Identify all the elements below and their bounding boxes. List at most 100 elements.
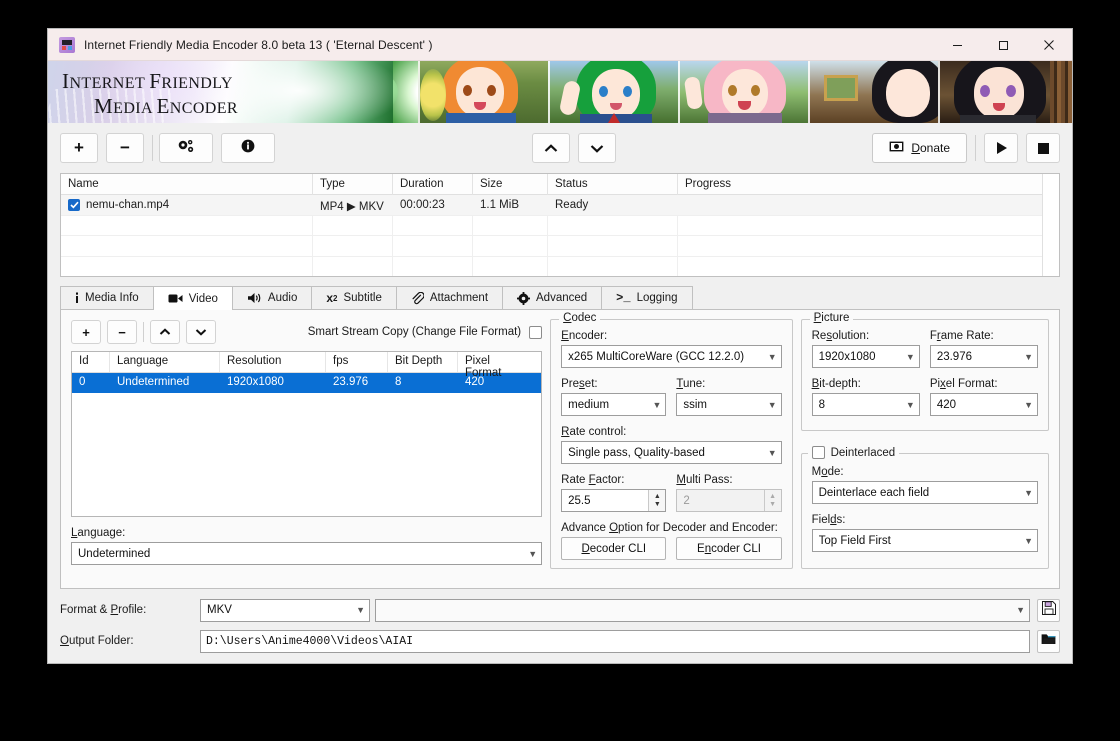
output-folder-input[interactable]: D:\Users\Anime4000\Videos\AIAI xyxy=(200,629,1030,653)
rate-factor-spin-buttons[interactable]: ▲ ▼ xyxy=(648,490,666,511)
track-column-fps[interactable]: fps xyxy=(326,352,388,372)
column-header-size[interactable]: Size xyxy=(473,174,548,195)
video-track-table[interactable]: Id Language Resolution fps Bit Depth Pix… xyxy=(71,351,543,517)
deinterlace-mode-select[interactable]: Deinterlace each field ▼ xyxy=(811,481,1038,504)
file-list-scrollbar[interactable] xyxy=(1042,174,1059,276)
tab-video[interactable]: Video xyxy=(152,286,233,310)
minimize-button[interactable] xyxy=(934,29,980,61)
track-id: 0 xyxy=(79,376,86,388)
donate-button[interactable]: Donate xyxy=(872,133,968,163)
format-select[interactable]: MKV ▼ xyxy=(200,598,370,622)
column-header-name[interactable]: Name xyxy=(61,174,313,195)
frame-rate-select[interactable]: 23.976 ▼ xyxy=(929,345,1039,368)
decoder-cli-button[interactable]: Decoder CLI xyxy=(561,537,667,560)
frame-rate-label: Frame Rate: xyxy=(929,330,994,342)
format-value: MKV xyxy=(207,604,232,616)
pixel-format-select[interactable]: 420 ▼ xyxy=(929,393,1039,416)
multi-pass-stepper[interactable]: 2 ▲ ▼ xyxy=(676,489,782,512)
terminal-icon: >_ xyxy=(616,291,631,305)
add-track-label: + xyxy=(82,324,90,340)
track-bit-depth: 8 xyxy=(395,376,402,388)
rate-factor-stepper[interactable]: 25.5 ▲ ▼ xyxy=(561,489,667,512)
track-fps: 23.976 xyxy=(333,376,369,388)
rate-control-select[interactable]: Single pass, Quality-based ▼ xyxy=(561,441,782,464)
preset-label: Preset: xyxy=(561,378,598,390)
file-list[interactable]: Name Type Duration Size Status Progress … xyxy=(60,173,1060,277)
file-duration: 00:00:23 xyxy=(400,199,445,211)
column-header-progress[interactable]: Progress xyxy=(678,174,1012,195)
language-select[interactable]: Undetermined ▼ xyxy=(71,542,543,565)
encoder-cli-button[interactable]: En coder CLI xyxy=(676,537,782,560)
track-column-pixel-format[interactable]: Pixel Format xyxy=(458,352,528,379)
tab-advanced[interactable]: Advanced xyxy=(502,286,603,309)
save-profile-button[interactable] xyxy=(1037,598,1060,622)
track-row[interactable]: 0 Undetermined 1920x1080 23.976 8 420 xyxy=(72,373,542,393)
stop-button[interactable] xyxy=(1026,133,1061,163)
column-header-type[interactable]: Type xyxy=(313,174,393,195)
add-file-button[interactable]: + xyxy=(60,133,98,163)
tab-audio[interactable]: Audio xyxy=(231,286,313,309)
file-checkbox[interactable] xyxy=(68,199,80,212)
info-button[interactable] xyxy=(221,133,275,163)
maximize-button[interactable] xyxy=(980,29,1026,61)
gears-icon xyxy=(177,139,195,158)
tab-logging[interactable]: >_ Logging xyxy=(601,286,693,309)
track-column-language[interactable]: Language xyxy=(110,352,220,372)
tab-label: Video xyxy=(188,292,218,305)
banner-artwork-1 xyxy=(418,61,548,123)
track-column-resolution[interactable]: Resolution xyxy=(220,352,326,372)
browse-folder-button[interactable] xyxy=(1037,629,1060,653)
profile-select[interactable]: ▼ xyxy=(375,598,1030,622)
video-tab-panel: + − Smart Stream Copy (Change File Forma… xyxy=(60,309,1060,589)
output-folder-label: Output Folder: xyxy=(60,635,134,647)
close-button[interactable] xyxy=(1026,29,1072,61)
smart-stream-copy-checkbox[interactable] xyxy=(529,325,543,339)
remove-file-label: − xyxy=(120,138,130,157)
track-column-bit-depth[interactable]: Bit Depth xyxy=(388,352,458,372)
paperclip-icon xyxy=(411,291,424,305)
multi-pass-value: 2 xyxy=(683,494,690,507)
tune-select[interactable]: ssim ▼ xyxy=(676,393,782,416)
donate-label: Donate xyxy=(911,141,950,155)
resolution-select[interactable]: 1920x1080 ▼ xyxy=(811,345,920,368)
window-title: Internet Friendly Media Encoder 8.0 beta… xyxy=(84,37,433,52)
tab-label: Subtitle xyxy=(343,292,382,304)
tab-media-info[interactable]: Media Info xyxy=(60,286,154,309)
encoder-select[interactable]: x265 MultiCoreWare (GCC 12.2.0) ▼ xyxy=(561,345,782,368)
remove-file-button[interactable]: − xyxy=(106,133,144,163)
start-button[interactable] xyxy=(984,133,1019,163)
move-up-button[interactable] xyxy=(531,133,570,163)
remove-track-button[interactable]: − xyxy=(107,320,137,344)
track-down-button[interactable] xyxy=(186,320,216,344)
picture-group-title: Picture xyxy=(809,312,854,324)
bit-depth-label: Bit-depth: xyxy=(811,378,861,390)
tab-label: Logging xyxy=(636,292,678,304)
track-column-id[interactable]: Id xyxy=(72,352,110,372)
deinterlace-fields-select[interactable]: Top Field First ▼ xyxy=(811,529,1038,552)
deinterlaced-label: Deinterlaced xyxy=(830,446,896,459)
deinterlaced-group-title: Deinterlaced xyxy=(807,446,900,459)
banner-artwork-4 xyxy=(808,61,938,123)
title-bar: Internet Friendly Media Encoder 8.0 beta… xyxy=(48,29,1072,61)
track-up-button[interactable] xyxy=(150,320,180,344)
column-header-status[interactable]: Status xyxy=(548,174,678,195)
banner-artwork-2 xyxy=(548,61,678,123)
chevron-down-icon: ▼ xyxy=(767,447,777,458)
output-settings-bar: Format & Profile: MKV ▼ ▼ Output Folder:… xyxy=(48,590,1072,663)
bit-depth-select[interactable]: 8 ▼ xyxy=(811,393,920,416)
preset-select[interactable]: medium ▼ xyxy=(561,393,667,416)
move-down-button[interactable] xyxy=(577,133,616,163)
tab-subtitle[interactable]: x2 Subtitle xyxy=(311,286,397,309)
deinterlaced-checkbox[interactable] xyxy=(811,446,825,459)
add-track-button[interactable]: + xyxy=(71,320,101,344)
add-file-label: + xyxy=(74,138,84,157)
column-header-duration[interactable]: Duration xyxy=(393,174,473,195)
banner-artwork-5 xyxy=(938,61,1072,123)
tab-attachment[interactable]: Attachment xyxy=(395,286,504,309)
folder-icon xyxy=(1041,632,1056,650)
file-size: 1.1 MiB xyxy=(480,199,519,211)
table-row[interactable]: nemu-chan.mp4 MP4 ▶ MKV 00:00:23 1.1 MiB… xyxy=(61,195,1059,216)
settings-button[interactable] xyxy=(159,133,213,163)
chevron-down-icon: ▼ xyxy=(1024,399,1034,410)
tab-label: Media Info xyxy=(85,292,139,304)
